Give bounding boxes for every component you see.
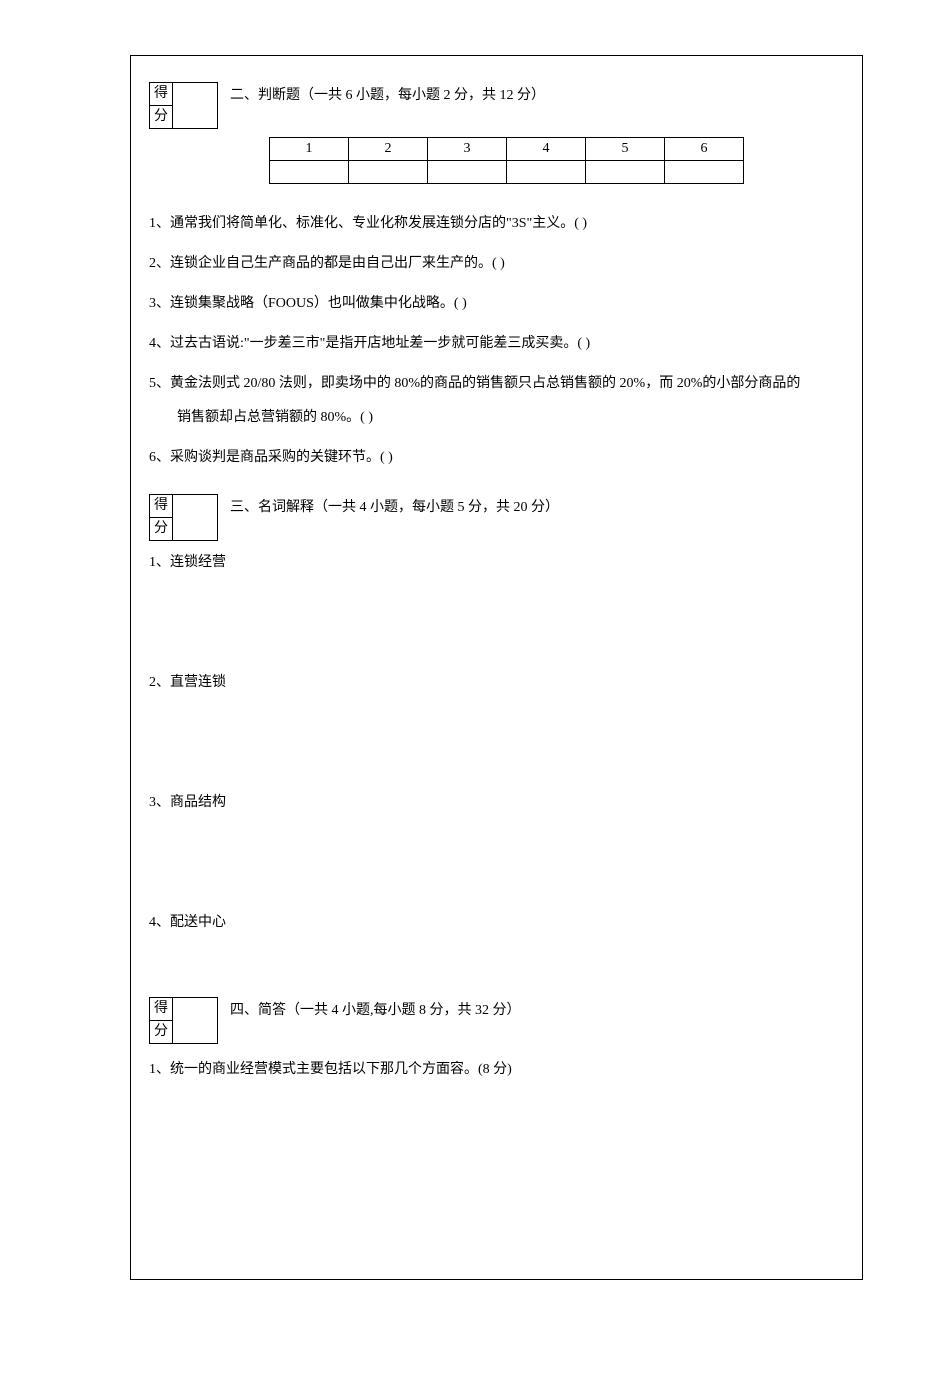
ans-num-2: 2 xyxy=(349,138,428,161)
ans-num-3: 3 xyxy=(428,138,507,161)
term-q2: 2、直营连锁 xyxy=(149,669,844,697)
section-short-header: 得 分 四、简答（一共 4 小题,每小题 8 分，共 32 分） xyxy=(149,997,844,1044)
judgment-q5a: 5、黄金法则式 20/80 法则，即卖场中的 80%的商品的销售额只占总销售额的… xyxy=(149,370,844,398)
ans-num-1: 1 xyxy=(270,138,349,161)
score-blank-terms[interactable] xyxy=(173,495,218,541)
judgment-q3: 3、连锁集聚战略（FOOUS）也叫做集中化战略。( ) xyxy=(149,290,844,318)
short-q1: 1、统一的商业经营模式主要包括以下那几个方面容。(8 分) xyxy=(149,1056,844,1084)
ans-cell-6[interactable] xyxy=(665,161,744,184)
ans-cell-5[interactable] xyxy=(586,161,665,184)
ans-cell-4[interactable] xyxy=(507,161,586,184)
term-q3: 3、商品结构 xyxy=(149,789,844,817)
ans-cell-1[interactable] xyxy=(270,161,349,184)
score-blank-short[interactable] xyxy=(173,998,218,1044)
section-title-terms: 三、名词解释（一共 4 小题，每小题 5 分，共 20 分） xyxy=(230,494,559,518)
exam-page: 得 分 二、判断题（一共 6 小题，每小题 2 分，共 12 分） 1 2 3 … xyxy=(130,55,863,1280)
term-q1: 1、连锁经营 xyxy=(149,549,844,577)
score-label-bottom: 分 xyxy=(150,1021,173,1044)
judgment-q2: 2、连锁企业自己生产商品的都是由自己出厂来生产的。( ) xyxy=(149,250,844,278)
ans-num-5: 5 xyxy=(586,138,665,161)
table-row xyxy=(270,161,744,184)
judgment-q6: 6、采购谈判是商品采购的关键环节。( ) xyxy=(149,444,844,472)
terms-list: 1、连锁经营 2、直营连锁 3、商品结构 4、配送中心 xyxy=(149,549,844,937)
judgment-q1: 1、通常我们将简单化、标准化、专业化称发展连锁分店的"3S"主义。( ) xyxy=(149,210,844,238)
table-row: 1 2 3 4 5 6 xyxy=(270,138,744,161)
judgment-q5b: 销售额却占总营销额的 80%。( ) xyxy=(177,404,844,432)
score-label-top: 得 xyxy=(150,83,173,106)
ans-num-6: 6 xyxy=(665,138,744,161)
section-title-judgment: 二、判断题（一共 6 小题，每小题 2 分，共 12 分） xyxy=(230,82,545,106)
term-q4: 4、配送中心 xyxy=(149,909,844,937)
judgment-q4: 4、过去古语说:"一步差三市"是指开店地址差一步就可能差三成买卖。( ) xyxy=(149,330,844,358)
score-box-judgment: 得 分 xyxy=(149,82,218,129)
score-label-bottom: 分 xyxy=(150,518,173,541)
ans-cell-2[interactable] xyxy=(349,161,428,184)
section-title-short: 四、简答（一共 4 小题,每小题 8 分，共 32 分） xyxy=(230,997,521,1021)
score-box-terms: 得 分 xyxy=(149,494,218,541)
judgment-answer-table: 1 2 3 4 5 6 xyxy=(269,137,744,184)
section-judgment-header: 得 分 二、判断题（一共 6 小题，每小题 2 分，共 12 分） xyxy=(149,82,844,129)
score-box-short: 得 分 xyxy=(149,997,218,1044)
score-blank-judgment[interactable] xyxy=(173,83,218,129)
score-label-top: 得 xyxy=(150,495,173,518)
section-terms-header: 得 分 三、名词解释（一共 4 小题，每小题 5 分，共 20 分） xyxy=(149,494,844,541)
score-label-bottom: 分 xyxy=(150,106,173,129)
ans-cell-3[interactable] xyxy=(428,161,507,184)
ans-num-4: 4 xyxy=(507,138,586,161)
score-label-top: 得 xyxy=(150,998,173,1021)
